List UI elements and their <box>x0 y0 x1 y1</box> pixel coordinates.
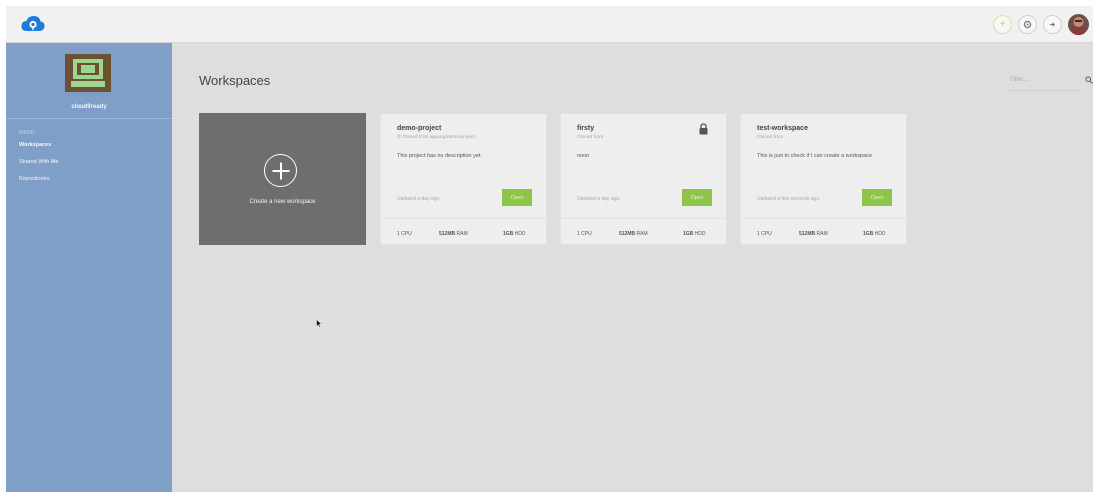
create-workspace-label: Create a new workspace <box>249 199 316 205</box>
workspace-name[interactable]: demo-project <box>397 125 441 132</box>
sidebar-divider <box>6 118 172 119</box>
logout-button[interactable] <box>1043 15 1062 34</box>
workspace-specs: 1 CPU 512MB RAM 1GB HDD <box>381 218 546 244</box>
workspace-origin: Cloned from <box>757 135 784 140</box>
workspace-description: This project has no description yet. <box>397 153 482 159</box>
workspace-description: This is just to check if I can create a … <box>757 153 872 159</box>
menu-label: MENU <box>19 130 35 136</box>
username: cloud9ready <box>71 104 107 110</box>
mouse-cursor-icon <box>316 315 323 328</box>
workspace-specs: 1 CPU 512MB RAM 1GB HDD <box>741 218 906 244</box>
create-workspace-card[interactable]: Create a new workspace <box>199 113 366 245</box>
workspace-name[interactable]: test-workspace <box>757 125 808 132</box>
add-button[interactable]: + <box>993 15 1012 34</box>
gear-icon <box>1023 20 1032 29</box>
sidebar-item-workspaces[interactable]: Workspaces <box>19 142 58 148</box>
workspace-card[interactable]: test-workspace Cloned from This is just … <box>740 113 907 245</box>
workspace-card[interactable]: demo-project ⟳ Cloned from ajaxorg/demo-… <box>380 113 547 245</box>
sidebar: cloud9ready MENU Workspaces Shared With … <box>6 43 172 492</box>
filter-input[interactable]: Filter... <box>1008 71 1080 91</box>
sidebar-nav: Workspaces Shared With Me Repositories <box>19 142 58 193</box>
plus-icon: + <box>999 19 1006 30</box>
hdd-spec: 1GB HDD <box>503 231 526 237</box>
workspace-origin: Cloned from <box>577 135 604 140</box>
hdd-spec: 1GB HDD <box>863 231 886 237</box>
ram-spec: 512MB RAM <box>799 231 828 237</box>
top-bar: + <box>6 6 1093 43</box>
open-button[interactable]: Open <box>502 189 532 206</box>
workspace-updated: Updated a day ago. <box>577 196 621 202</box>
app-window: + cloud9ready MENU Workspaces Shared Wit… <box>6 6 1093 492</box>
workspace-specs: 1 CPU 512MB RAM 1GB HDD <box>561 218 726 244</box>
logout-icon <box>1049 22 1056 27</box>
workspace-description: nooo <box>577 153 590 159</box>
cloud-logo-icon[interactable] <box>20 14 46 34</box>
ram-spec: 512MB RAM <box>439 231 468 237</box>
ram-spec: 512MB RAM <box>619 231 648 237</box>
user-avatar[interactable] <box>65 54 111 92</box>
workspace-origin: ⟳ Cloned from ajaxorg/demo-project <box>397 135 475 140</box>
cpu-spec: 1 CPU <box>397 231 412 237</box>
workspace-updated: Updated a few seconds ago. <box>757 196 821 202</box>
sidebar-item-repositories[interactable]: Repositories <box>19 176 58 182</box>
settings-button[interactable] <box>1018 15 1037 34</box>
workspace-updated: Updated a day ago. <box>397 196 441 202</box>
open-button[interactable]: Open <box>682 189 712 206</box>
open-button[interactable]: Open <box>862 189 892 206</box>
workspace-card[interactable]: firsty Cloned from nooo Updated a day ag… <box>560 113 727 245</box>
workspace-name[interactable]: firsty <box>577 125 594 132</box>
main-content: Workspaces Filter... Create a new worksp… <box>172 43 1093 492</box>
search-icon[interactable] <box>1085 76 1093 86</box>
cpu-spec: 1 CPU <box>577 231 592 237</box>
top-actions: + <box>993 14 1089 35</box>
cpu-spec: 1 CPU <box>757 231 772 237</box>
lock-icon <box>698 122 709 135</box>
page-title: Workspaces <box>199 73 271 88</box>
avatar[interactable] <box>1068 14 1089 35</box>
hdd-spec: 1GB HDD <box>683 231 706 237</box>
sidebar-item-shared-with-me[interactable]: Shared With Me <box>19 159 58 165</box>
plus-circle-icon <box>264 154 297 187</box>
